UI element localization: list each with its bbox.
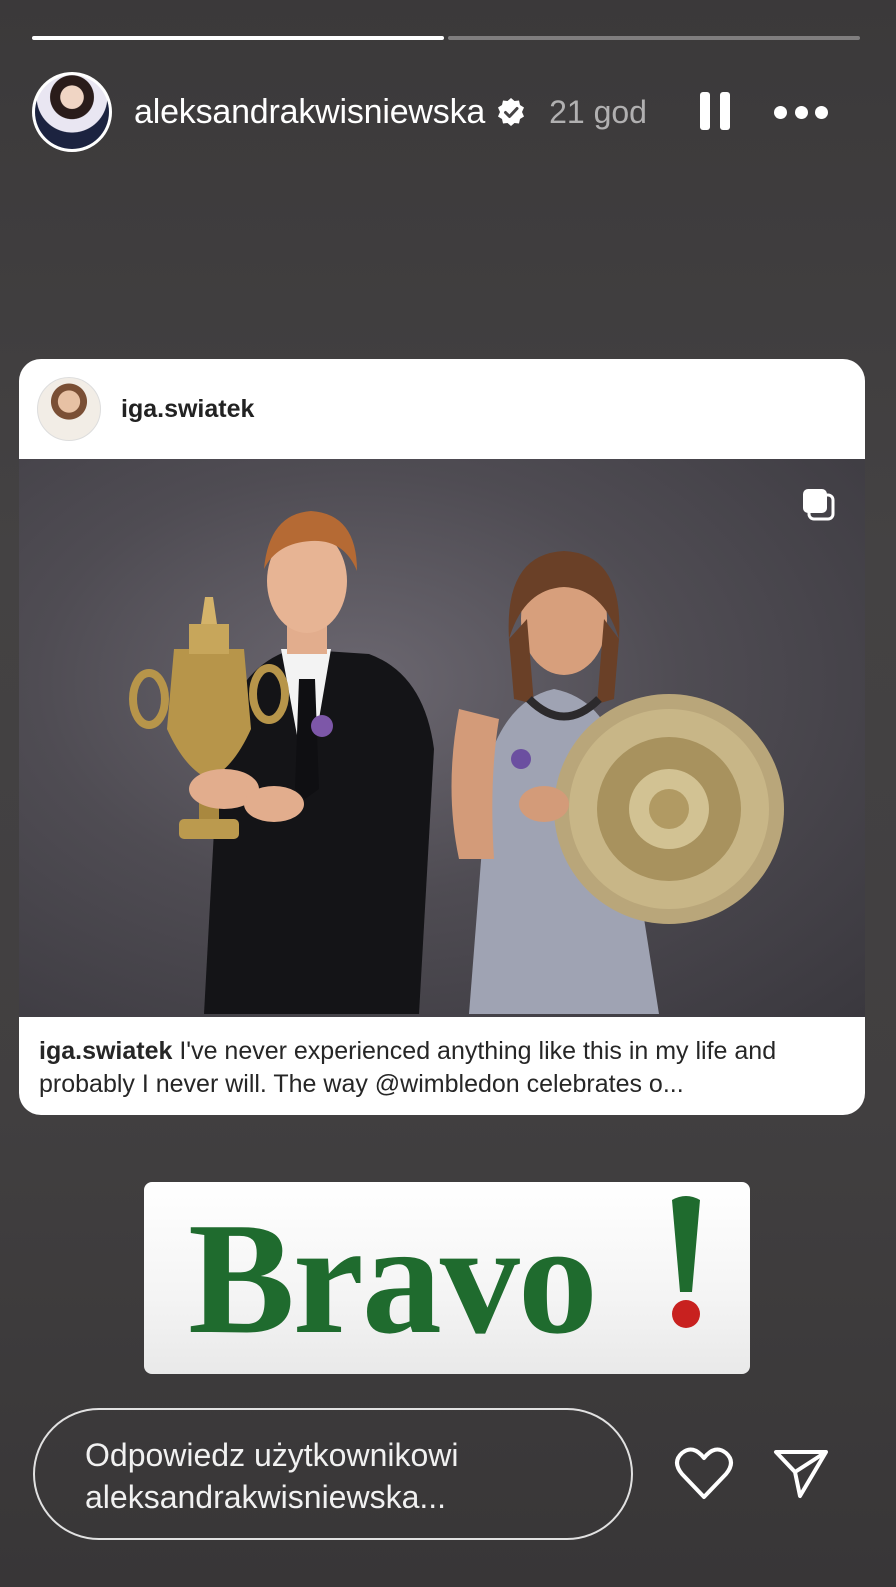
- story-username[interactable]: aleksandrakwisniewska: [134, 93, 485, 132]
- photo-figure-man: [129, 511, 784, 1014]
- shared-post-avatar[interactable]: [37, 377, 101, 441]
- verified-badge-icon: [495, 96, 527, 128]
- avatar[interactable]: [32, 72, 112, 152]
- like-button[interactable]: [674, 1446, 734, 1502]
- sticker-text: Bravo: [188, 1188, 598, 1367]
- heart-icon: [675, 1447, 733, 1499]
- shared-post-caption: iga.swiatek I've never experienced anyth…: [19, 1017, 865, 1115]
- avatar-image: [35, 75, 109, 149]
- carousel-icon: [799, 485, 839, 525]
- shared-post-card[interactable]: iga.swiatek iga.swiatek I've never exper…: [19, 359, 865, 1115]
- more-icon-dot: [794, 105, 808, 119]
- post-time: 21 god: [549, 93, 647, 130]
- shared-post-photo[interactable]: [19, 459, 865, 1017]
- progress-segment-next: [448, 36, 860, 40]
- progress-segment-current: [32, 36, 444, 40]
- shared-post-username[interactable]: iga.swiatek: [121, 395, 254, 424]
- share-button[interactable]: [772, 1446, 830, 1502]
- pause-icon-bar: [720, 92, 730, 130]
- pause-button[interactable]: [700, 92, 730, 132]
- reply-placeholder: Odpowiedz użytkownikowi aleksandrakwisni…: [85, 1437, 459, 1515]
- reply-input[interactable]: Odpowiedz użytkownikowi aleksandrakwisni…: [33, 1408, 633, 1540]
- bravo-sticker: Bravo !: [144, 1182, 750, 1374]
- story-header: aleksandrakwisniewska 21 god: [32, 72, 860, 152]
- caption-username[interactable]: iga.swiatek: [39, 1037, 172, 1065]
- pause-icon: [700, 92, 710, 130]
- shared-post-header: iga.swiatek: [19, 359, 865, 459]
- more-icon-dot: [815, 105, 828, 119]
- story-progress-bar: [32, 36, 860, 40]
- more-icon: [774, 105, 787, 119]
- sticker-exclamation: !: [666, 1186, 706, 1371]
- send-icon: [774, 1450, 828, 1498]
- more-options-button[interactable]: [774, 102, 828, 122]
